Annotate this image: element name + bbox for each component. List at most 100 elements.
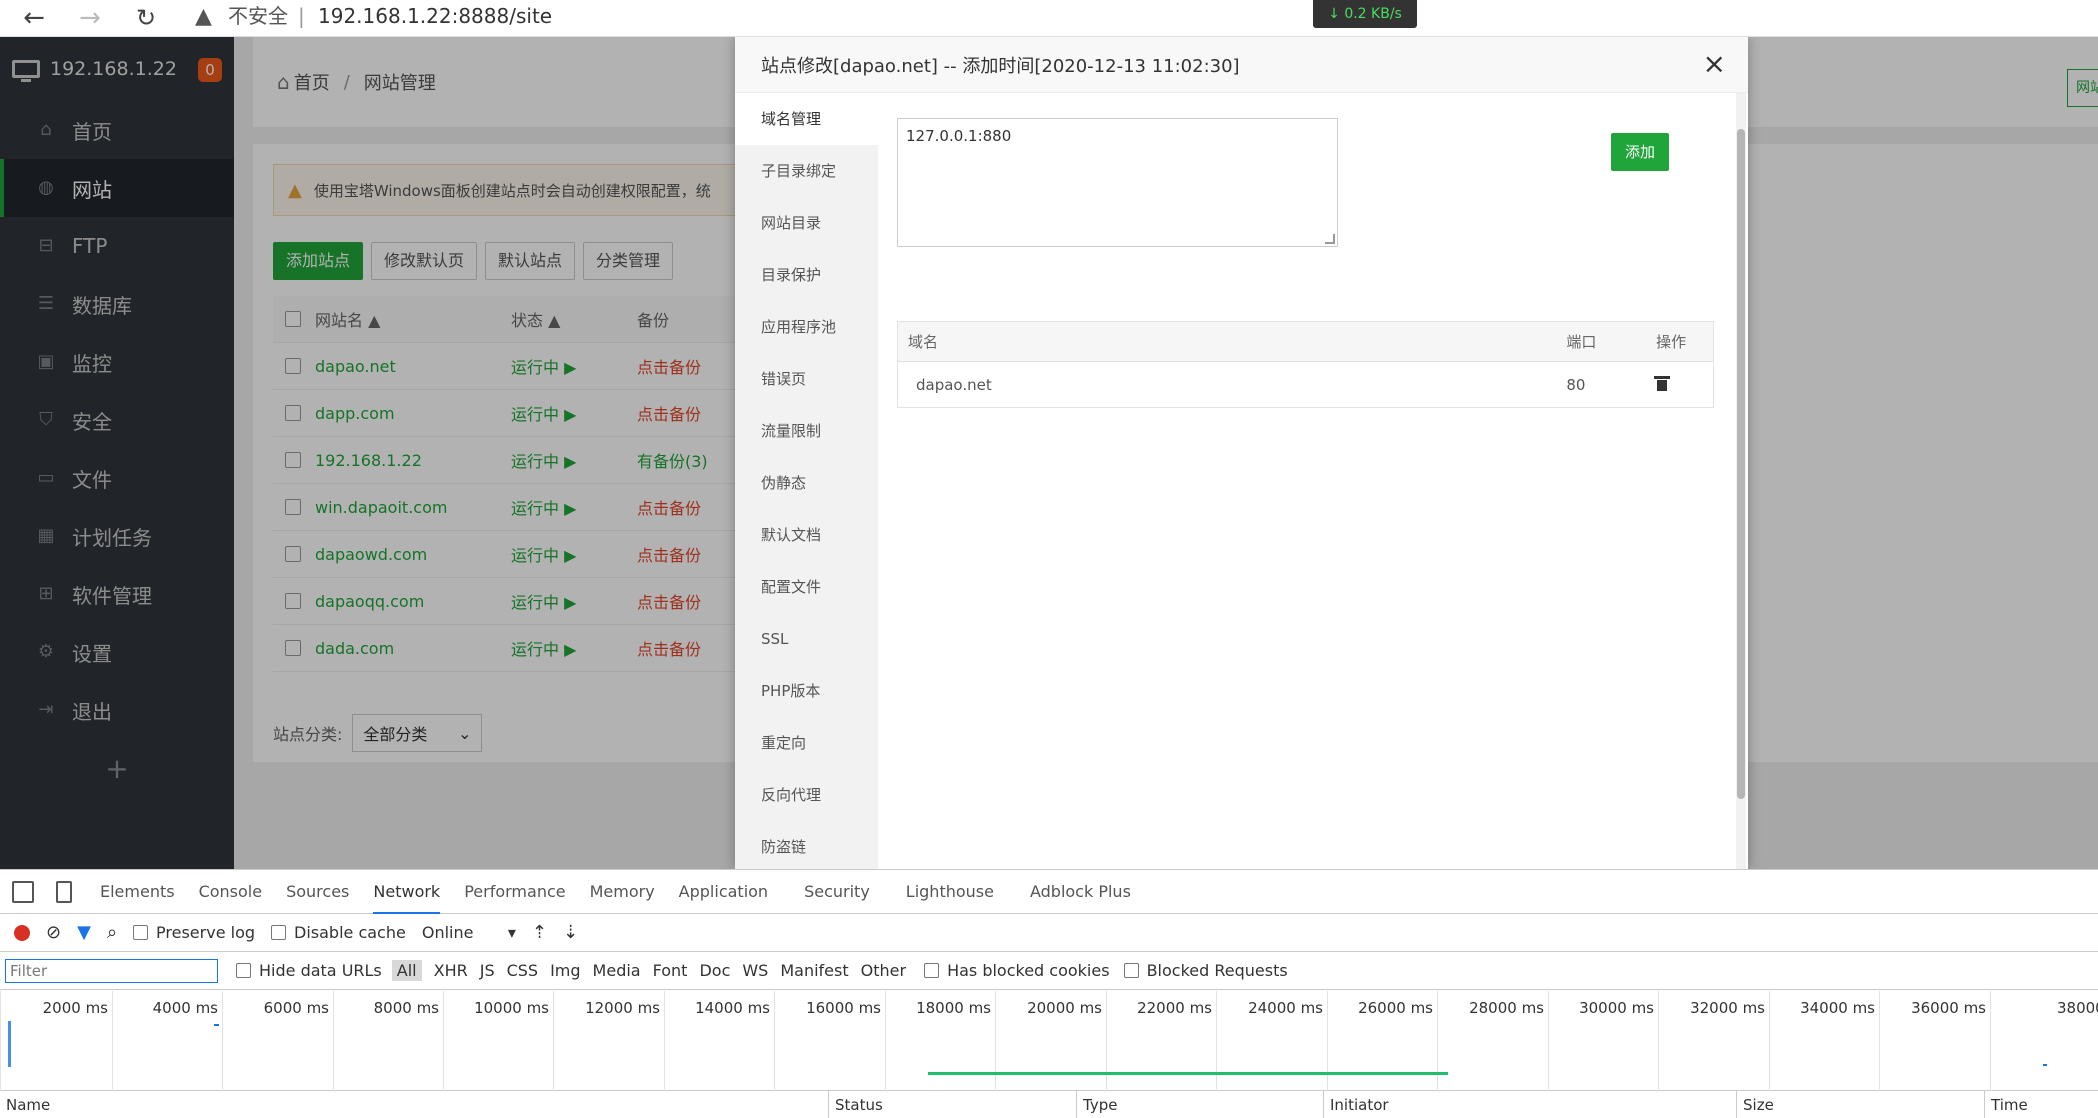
record-icon[interactable]: [14, 924, 30, 941]
timeline-tick: 4000 ms: [112, 991, 222, 1091]
tab-rewrite[interactable]: 伪静态: [735, 457, 878, 509]
timeline-tick: 8000 ms: [333, 991, 443, 1091]
tab-directory-protection[interactable]: 目录保护: [735, 249, 878, 301]
filter-input[interactable]: Filter: [5, 958, 218, 983]
trash-icon[interactable]: [1654, 375, 1671, 391]
col-port: 端口: [1566, 333, 1597, 351]
panel-app: 192.168.1.22 0 ⌂ 首页 ◍ 网站 ⊟ FTP ☰ 数据库 ▣ 监控 ⛉ 安全…: [0, 37, 2098, 869]
tab-redirect[interactable]: 重定向: [735, 717, 878, 769]
resize-handle-icon[interactable]: [1325, 234, 1335, 244]
inspect-element-icon[interactable]: [12, 880, 34, 903]
hide-data-urls-checkbox[interactable]: [236, 963, 251, 978]
col-name[interactable]: Name: [0, 1091, 829, 1118]
request-bar: [8, 1021, 11, 1067]
type-filter-css[interactable]: CSS: [507, 961, 538, 980]
tab-config-file[interactable]: 配置文件: [735, 561, 878, 613]
tab-subdirectory-binding[interactable]: 子目录绑定: [735, 145, 878, 197]
tab-performance[interactable]: Performance: [464, 870, 565, 914]
export-har-icon[interactable]: ⇣: [563, 922, 578, 943]
type-filter-font[interactable]: Font: [653, 961, 688, 980]
screen-root: { "browser": { "security_text": "不安全", "…: [0, 0, 2098, 1118]
add-domain-button[interactable]: 添加: [1611, 133, 1669, 171]
type-filter-media[interactable]: Media: [593, 961, 641, 980]
reload-icon[interactable]: ↻: [128, 2, 164, 34]
timeline-tick: 24000 ms: [1216, 991, 1327, 1091]
forward-arrow-icon[interactable]: →: [72, 2, 108, 34]
timeline-tick: 14000 ms: [664, 991, 774, 1091]
action-cell: [1654, 375, 1713, 394]
col-size[interactable]: Size: [1737, 1091, 1985, 1118]
tab-traffic-limit[interactable]: 流量限制: [735, 405, 878, 457]
search-icon[interactable]: ⌕: [107, 922, 117, 943]
has-blocked-cookies-checkbox[interactable]: [924, 963, 940, 978]
tab-lighthouse[interactable]: Lighthouse: [906, 870, 994, 914]
col-status[interactable]: Status: [829, 1091, 1077, 1118]
preserve-log-checkbox[interactable]: [133, 925, 149, 940]
tab-default-document[interactable]: 默认文档: [735, 509, 878, 561]
site-edit-modal: 站点修改[dapao.net] -- 添加时间[2020-12-13 11:02…: [735, 37, 1748, 869]
timeline-tick: 30000 ms: [1548, 991, 1658, 1091]
request-table-header: Name Status Type Initiator Size Time: [0, 1091, 2098, 1118]
import-har-icon[interactable]: ⇡: [532, 922, 547, 943]
tab-error-page[interactable]: 错误页: [735, 353, 878, 405]
timeline-tick: 36000 ms: [1879, 991, 1990, 1091]
throttle-select[interactable]: Online ▾: [422, 923, 516, 942]
modal-title: 站点修改[dapao.net] -- 添加时间[2020-12-13 11:02…: [735, 37, 1748, 93]
has-blocked-cookies-label: Has blocked cookies: [947, 961, 1110, 980]
col-type[interactable]: Type: [1077, 1091, 1324, 1118]
domain-cell: dapao.net: [916, 375, 992, 394]
type-filter-xhr[interactable]: XHR: [434, 961, 468, 980]
timeline-tick: 38000 ms: [1990, 991, 2098, 1091]
warning-triangle-icon[interactable]: ▲: [195, 4, 212, 29]
domain-management-panel: 127.0.0.1:880 添加 域名 端口 操作 dapao.net 80: [878, 93, 1733, 869]
tab-reverse-proxy[interactable]: 反向代理: [735, 769, 878, 821]
timeline-tick: 18000 ms: [885, 991, 995, 1091]
type-filter-manifest[interactable]: Manifest: [780, 961, 848, 980]
tab-hotlink-protection[interactable]: 防盗链: [735, 821, 878, 869]
col-initiator[interactable]: Initiator: [1324, 1091, 1737, 1118]
tab-security[interactable]: Security: [804, 870, 870, 914]
type-filter-all[interactable]: All: [391, 960, 422, 981]
col-time[interactable]: Time: [1985, 1091, 2098, 1118]
filter-icon[interactable]: ▼: [77, 922, 91, 943]
type-filter-other[interactable]: Other: [861, 961, 906, 980]
type-filter-js[interactable]: JS: [480, 961, 495, 980]
url-separator: |: [298, 4, 305, 28]
scrollbar-thumb[interactable]: [1737, 129, 1745, 799]
blocked-requests-checkbox[interactable]: [1123, 963, 1139, 978]
clear-icon[interactable]: ⊘: [46, 922, 61, 943]
disable-cache-checkbox[interactable]: [271, 925, 287, 940]
throttle-value: Online: [421, 923, 474, 942]
timeline-tick: 2000 ms: [0, 991, 112, 1091]
type-filter-ws[interactable]: WS: [742, 961, 768, 980]
domain-textarea[interactable]: 127.0.0.1:880: [897, 118, 1338, 247]
tab-php-version[interactable]: PHP版本: [735, 665, 878, 717]
tab-domain-management[interactable]: 域名管理: [735, 93, 878, 145]
tab-ssl[interactable]: SSL: [735, 613, 878, 665]
tab-app-pool[interactable]: 应用程序池: [735, 301, 878, 353]
tab-console[interactable]: Console: [199, 870, 263, 914]
domain-table: 域名 端口 操作 dapao.net 80: [897, 321, 1714, 408]
blocked-requests-label: Blocked Requests: [1146, 961, 1288, 980]
timeline-tick: 12000 ms: [553, 991, 664, 1091]
table-row: dapao.net 80: [898, 362, 1713, 407]
type-filter-doc[interactable]: Doc: [699, 961, 730, 980]
preserve-log-label: Preserve log: [156, 923, 256, 942]
tab-adblock-plus[interactable]: Adblock Plus: [1030, 870, 1131, 914]
tab-elements[interactable]: Elements: [100, 870, 175, 914]
network-overview-timeline[interactable]: 2000 ms 4000 ms 6000 ms 8000 ms 10000 ms…: [0, 991, 2098, 1091]
security-status[interactable]: 不安全: [228, 2, 288, 30]
address-bar[interactable]: 192.168.1.22:8888/site: [318, 2, 552, 30]
modal-scrollbar[interactable]: [1736, 93, 1746, 869]
device-toolbar-icon[interactable]: [56, 880, 72, 903]
tab-network[interactable]: Network: [373, 870, 441, 914]
back-arrow-icon[interactable]: ←: [16, 2, 52, 34]
close-icon[interactable]: ×: [1703, 49, 1726, 79]
tab-site-directory[interactable]: 网站目录: [735, 197, 878, 249]
tab-memory[interactable]: Memory: [590, 870, 655, 914]
type-filter-img[interactable]: Img: [550, 961, 580, 980]
timeline-tick: 20000 ms: [995, 991, 1106, 1091]
timeline-tick: 6000 ms: [222, 991, 333, 1091]
tab-sources[interactable]: Sources: [286, 870, 349, 914]
tab-application[interactable]: Application: [679, 870, 768, 914]
